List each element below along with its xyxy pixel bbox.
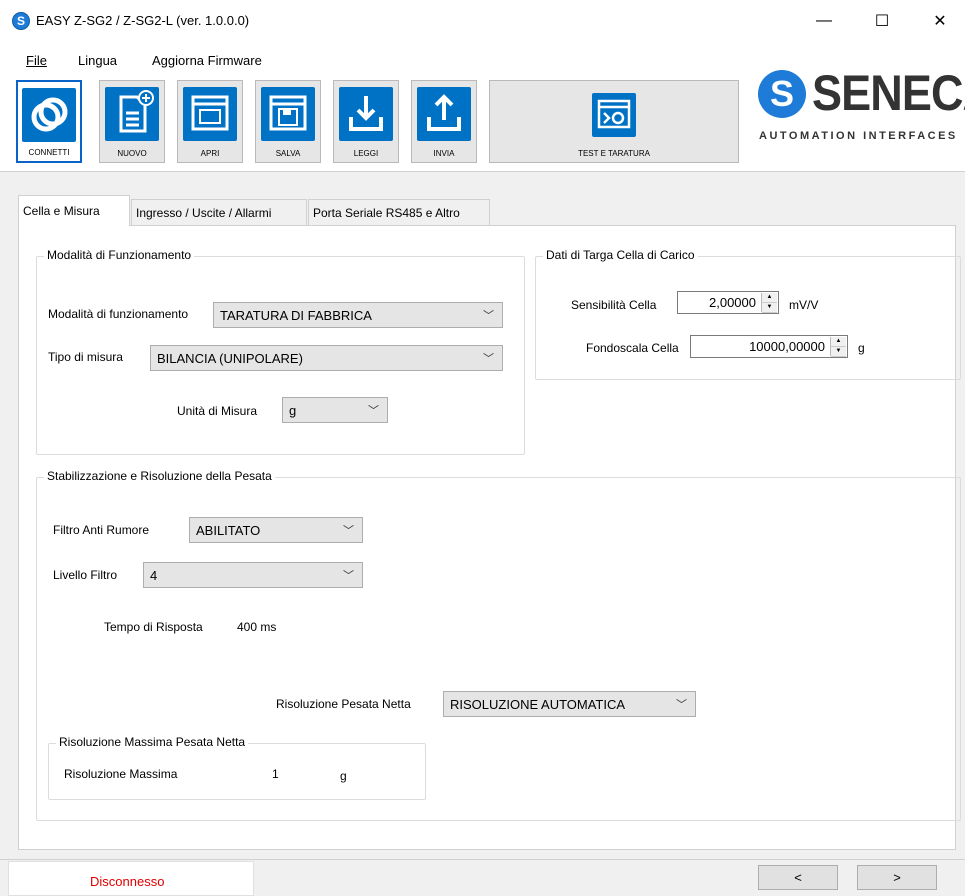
next-button[interactable]: > [857, 865, 937, 890]
risoluzione-value: RISOLUZIONE AUTOMATICA [450, 697, 626, 712]
maximize-button[interactable]: ☐ [859, 6, 905, 36]
fondoscala-value: 10000,00000 [749, 339, 825, 354]
window-title: EASY Z-SG2 / Z-SG2-L (ver. 1.0.0.0) [36, 13, 250, 28]
menu-aggiorna-firmware[interactable]: Aggiorna Firmware [152, 53, 262, 68]
invia-button[interactable]: INVIA [411, 80, 477, 163]
livello-filtro-label: Livello Filtro [53, 568, 118, 582]
open-window-icon [183, 87, 237, 141]
test-taratura-label: TEST E TARATURA [578, 149, 650, 158]
tipo-misura-label: Tipo di misura [48, 350, 123, 364]
test-taratura-button[interactable]: TEST E TARATURA [489, 80, 739, 163]
menu-file[interactable]: File [26, 53, 47, 68]
modalita-select[interactable]: TARATURA DI FABBRICA ﹀ [213, 302, 503, 328]
tab-ingresso-uscite-allarmi[interactable]: Ingresso / Uscite / Allarmi [131, 199, 307, 225]
modalita-value: TARATURA DI FABBRICA [220, 308, 372, 323]
close-button[interactable]: ✕ [917, 6, 963, 36]
tab-cella-misura[interactable]: Cella e Misura [18, 195, 130, 226]
unita-misura-select[interactable]: g ﹀ [282, 397, 388, 423]
unita-misura-value: g [289, 403, 297, 418]
livello-filtro-value: 4 [150, 568, 158, 583]
chevron-down-icon: ﹀ [676, 699, 687, 711]
filtro-label: Filtro Anti Rumore [53, 523, 150, 537]
seneca-logo-subtitle: AUTOMATION INTERFACES [759, 130, 958, 142]
invia-label: INVIA [433, 149, 455, 158]
risoluzione-max-label: Risoluzione Massima [64, 767, 178, 781]
tempo-risposta-label: Tempo di Risposta [104, 620, 203, 634]
leggi-button[interactable]: LEGGI [333, 80, 399, 163]
sensibilita-value: 2,00000 [709, 295, 756, 310]
apri-button[interactable]: APRI [177, 80, 243, 163]
chevron-down-icon: ﹀ [343, 525, 354, 537]
chevron-down-icon: ﹀ [483, 353, 494, 365]
modalita-label: Modalità di funzionamento [48, 307, 189, 321]
targa-legend: Dati di Targa Cella di Carico [543, 248, 698, 262]
minimize-button[interactable]: — [801, 6, 847, 36]
tempo-risposta-value: 400 ms [237, 620, 277, 634]
chevron-down-icon: ﹀ [483, 310, 494, 322]
sensibilita-input[interactable]: 2,00000 ▲ ▼ [677, 291, 779, 314]
modalita-legend: Modalità di Funzionamento [44, 248, 195, 262]
upload-icon [417, 87, 471, 141]
connect-icon [22, 88, 76, 142]
new-file-icon [105, 87, 159, 141]
app-logo-icon: S [12, 12, 30, 30]
chevron-down-icon: ﹀ [368, 405, 379, 417]
save-icon [261, 87, 315, 141]
salva-label: SALVA [275, 149, 301, 158]
salva-button[interactable]: SALVA [255, 80, 321, 163]
prev-button[interactable]: < [758, 865, 838, 890]
connection-status: Disconnesso [90, 874, 165, 889]
chevron-down-icon: ﹀ [343, 570, 354, 582]
download-icon [339, 87, 393, 141]
apri-label: APRI [200, 149, 220, 158]
fondoscala-unit: g [858, 341, 865, 355]
stabilizzazione-legend: Stabilizzazione e Risoluzione della Pesa… [44, 469, 275, 483]
nuovo-button[interactable]: NUOVO [99, 80, 165, 163]
targa-group [535, 256, 961, 380]
tipo-misura-select[interactable]: BILANCIA (UNIPOLARE) ﹀ [150, 345, 503, 371]
settings-window-icon [592, 93, 636, 137]
sensibilita-label: Sensibilità Cella [571, 298, 657, 312]
seneca-logo-icon: S [758, 70, 806, 118]
fondoscala-label: Fondoscala Cella [586, 341, 679, 355]
spin-arrows-icon[interactable]: ▲ ▼ [761, 293, 777, 313]
risoluzione-max-unit: g [340, 769, 347, 783]
tipo-misura-value: BILANCIA (UNIPOLARE) [157, 351, 303, 366]
menu-lingua[interactable]: Lingua [78, 53, 117, 68]
risoluzione-label: Risoluzione Pesata Netta [276, 697, 411, 711]
risoluzione-max-value: 1 [272, 767, 279, 781]
spin-arrows-icon[interactable]: ▲ ▼ [830, 337, 846, 357]
connetti-button[interactable]: CONNETTI [16, 80, 82, 163]
livello-filtro-select[interactable]: 4 ﹀ [143, 562, 363, 588]
unita-misura-label: Unità di Misura [177, 404, 258, 418]
filtro-select[interactable]: ABILITATO ﹀ [189, 517, 363, 543]
leggi-label: LEGGI [353, 149, 379, 158]
risoluzione-max-legend: Risoluzione Massima Pesata Netta [56, 735, 249, 749]
tab-porta-seriale[interactable]: Porta Seriale RS485 e Altro [308, 199, 490, 225]
sensibilita-unit: mV/V [789, 298, 819, 312]
nuovo-label: NUOVO [117, 149, 147, 158]
risoluzione-select[interactable]: RISOLUZIONE AUTOMATICA ﹀ [443, 691, 696, 717]
seneca-logo-text: SENECA [812, 65, 965, 121]
fondoscala-input[interactable]: 10000,00000 ▲ ▼ [690, 335, 848, 358]
filtro-value: ABILITATO [196, 523, 261, 538]
connetti-label: CONNETTI [28, 148, 70, 157]
